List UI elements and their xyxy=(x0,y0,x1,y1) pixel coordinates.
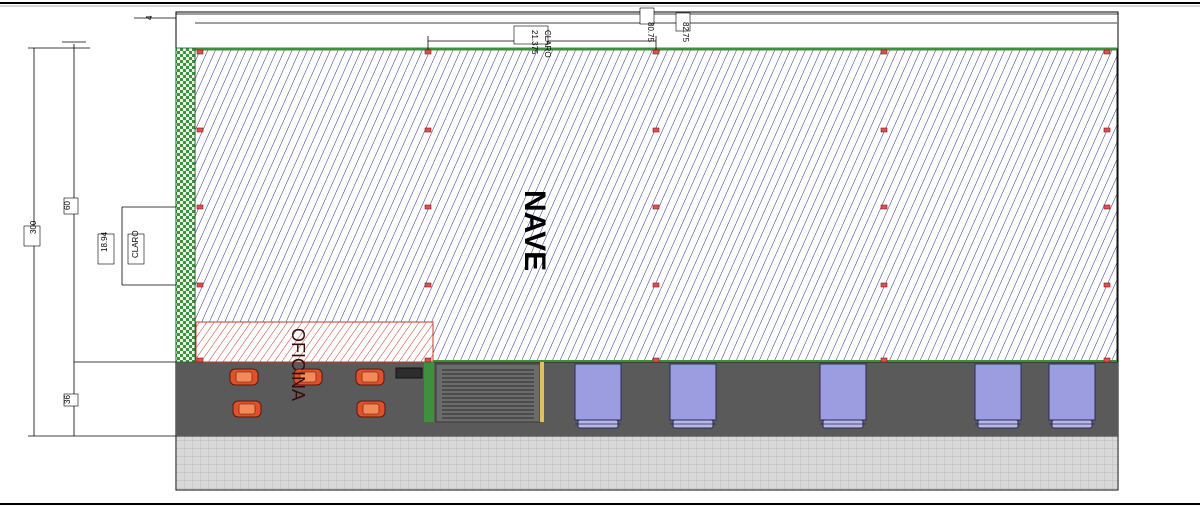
dim-depth-total: 300 xyxy=(29,220,38,234)
column-marker xyxy=(880,127,888,133)
column-marker xyxy=(880,49,888,55)
parked-car xyxy=(356,400,386,418)
truck xyxy=(574,363,622,429)
truck xyxy=(1048,363,1096,429)
stair-ramp xyxy=(435,363,541,423)
dim-total-inner: 82.75 xyxy=(681,22,690,43)
column-marker xyxy=(880,282,888,288)
side-wall xyxy=(175,47,196,363)
dim-bay-spacing-note: CLARO xyxy=(543,30,552,58)
column-marker xyxy=(652,127,660,133)
warehouse-label: NAVE xyxy=(518,190,551,271)
column-marker xyxy=(424,357,432,363)
column-marker xyxy=(880,204,888,210)
column-marker xyxy=(424,204,432,210)
column-marker xyxy=(196,127,204,133)
dim-depth-building: 60 xyxy=(63,201,72,210)
column-marker xyxy=(424,282,432,288)
office-area xyxy=(195,321,434,363)
office-label: OFICINA xyxy=(288,328,308,401)
column-marker xyxy=(424,49,432,55)
column-marker xyxy=(652,282,660,288)
column-marker xyxy=(1103,357,1111,363)
column-marker xyxy=(1103,282,1111,288)
column-marker xyxy=(424,127,432,133)
column-marker xyxy=(880,357,888,363)
column-marker xyxy=(196,282,204,288)
column-marker xyxy=(1103,204,1111,210)
truck xyxy=(974,363,1022,429)
dim-bay-spacing: 21.375 xyxy=(530,30,539,55)
column-marker xyxy=(196,357,204,363)
site-plan: 80.75 82.75 21.375 CLARO 300 60 36 18.94… xyxy=(0,0,1200,507)
column-marker xyxy=(1103,127,1111,133)
truck xyxy=(669,363,717,429)
column-marker xyxy=(196,204,204,210)
ramp-edge xyxy=(424,362,434,422)
site-plan-drawing: 80.75 82.75 21.375 CLARO 300 60 36 18.94… xyxy=(0,2,1200,505)
dim-depth-bay: 18.94 xyxy=(100,231,109,252)
column-marker xyxy=(652,49,660,55)
parked-car xyxy=(232,400,262,418)
corner-tag: 4 xyxy=(145,15,154,20)
sidewalk xyxy=(175,435,1119,491)
column-marker xyxy=(196,49,204,55)
dim-depth-yard: 36 xyxy=(63,395,72,404)
dim-depth-bay-note: CLARO xyxy=(131,230,140,258)
column-marker xyxy=(1103,49,1111,55)
dim-total-outer: 80.75 xyxy=(646,22,655,43)
column-marker xyxy=(652,357,660,363)
parked-car xyxy=(229,368,259,386)
column-marker xyxy=(652,204,660,210)
parked-car xyxy=(355,368,385,386)
truck xyxy=(819,363,867,429)
